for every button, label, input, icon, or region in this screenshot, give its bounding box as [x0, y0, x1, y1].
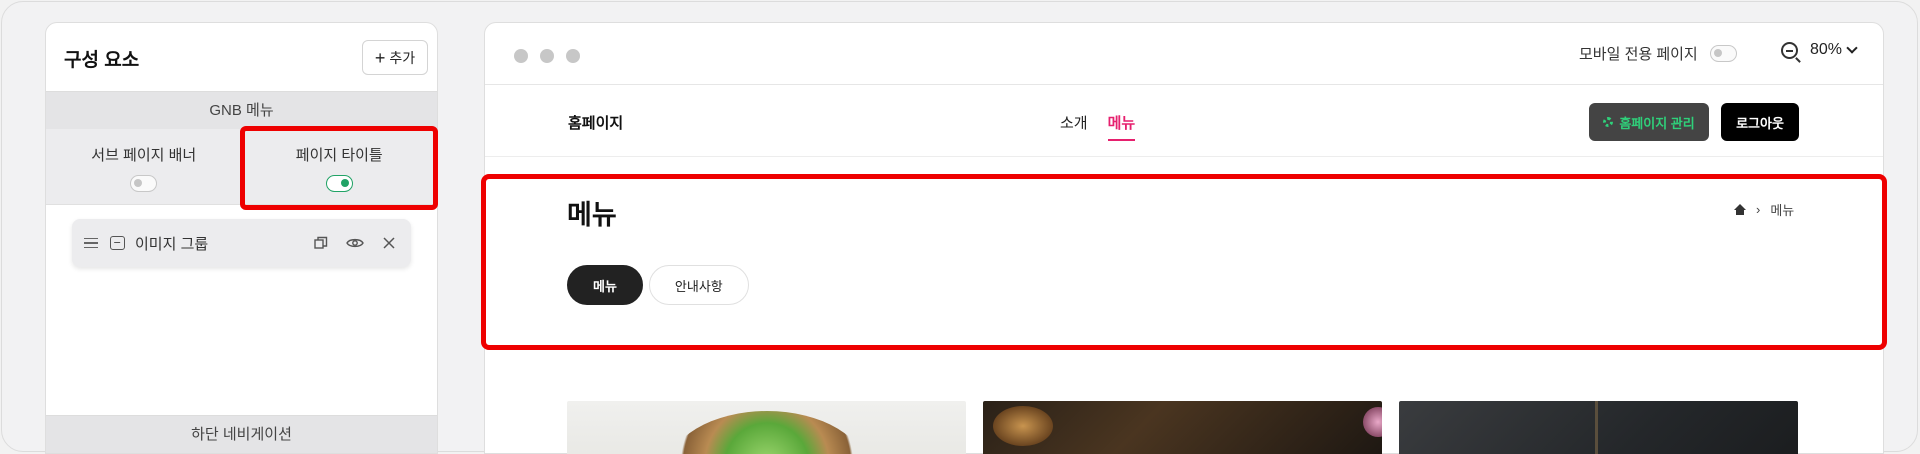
image-icon: [110, 236, 125, 250]
bottom-navigation-section[interactable]: 하단 네비게이션: [46, 415, 437, 453]
zoom-out-icon[interactable]: [1781, 41, 1798, 59]
logout-button[interactable]: 로그아웃: [1721, 103, 1799, 141]
highlight-box-page-title-option: [240, 126, 438, 210]
highlight-box-page-title-area: [481, 174, 1887, 350]
components-panel: 구성 요소 + 추가 GNB 메뉴 서브 페이지 배너 페이지 타이틀 이미지 …: [45, 22, 438, 454]
window-dots: [514, 49, 580, 63]
zoom-control: 80%: [1781, 41, 1858, 59]
image-thumbnail[interactable]: [983, 401, 1382, 454]
zoom-level[interactable]: 80%: [1810, 41, 1842, 59]
manage-label: 홈페이지 관리: [1619, 115, 1695, 131]
panel-header: 구성 요소 + 추가: [46, 23, 437, 91]
image-thumbnail[interactable]: [1399, 401, 1798, 454]
duplicate-icon[interactable]: [311, 233, 331, 253]
preview-toolbar: 모바일 전용 페이지 80%: [485, 23, 1883, 85]
component-item-label: 이미지 그룹: [135, 235, 209, 253]
mobile-only-setting: 모바일 전용 페이지: [1579, 43, 1737, 64]
mobile-only-toggle[interactable]: [1709, 45, 1737, 62]
mobile-only-label: 모바일 전용 페이지: [1579, 46, 1698, 63]
homepage-manage-button[interactable]: 홈페이지 관리: [1589, 103, 1709, 141]
drag-handle-icon[interactable]: [84, 235, 98, 252]
panel-title: 구성 요소: [64, 50, 140, 71]
add-button-label: 추가: [389, 49, 416, 66]
image-group-grid: [567, 401, 1798, 454]
sub-page-banner-toggle[interactable]: [130, 175, 158, 192]
site-logo[interactable]: 홈페이지: [568, 112, 623, 133]
component-item-image-group[interactable]: 이미지 그룹: [72, 219, 411, 267]
chevron-down-icon[interactable]: [1846, 42, 1858, 54]
add-component-button[interactable]: + 추가: [362, 40, 428, 75]
site-menu: 소개 메뉴: [1060, 112, 1136, 141]
gnb-menu-section[interactable]: GNB 메뉴: [46, 91, 437, 129]
menu-item-intro[interactable]: 소개: [1060, 112, 1088, 141]
site-header: 홈페이지 소개 메뉴 홈페이지 관리 로그아웃: [485, 85, 1883, 157]
visibility-eye-icon[interactable]: [345, 233, 365, 253]
close-icon[interactable]: [379, 233, 399, 253]
menu-item-menu[interactable]: 메뉴: [1107, 112, 1136, 141]
image-thumbnail[interactable]: [567, 401, 966, 454]
option-sub-page-banner: 서브 페이지 배너: [46, 129, 242, 204]
option-label: 서브 페이지 배너: [91, 147, 197, 164]
gear-icon: [1603, 117, 1614, 127]
plus-icon: +: [374, 47, 386, 68]
